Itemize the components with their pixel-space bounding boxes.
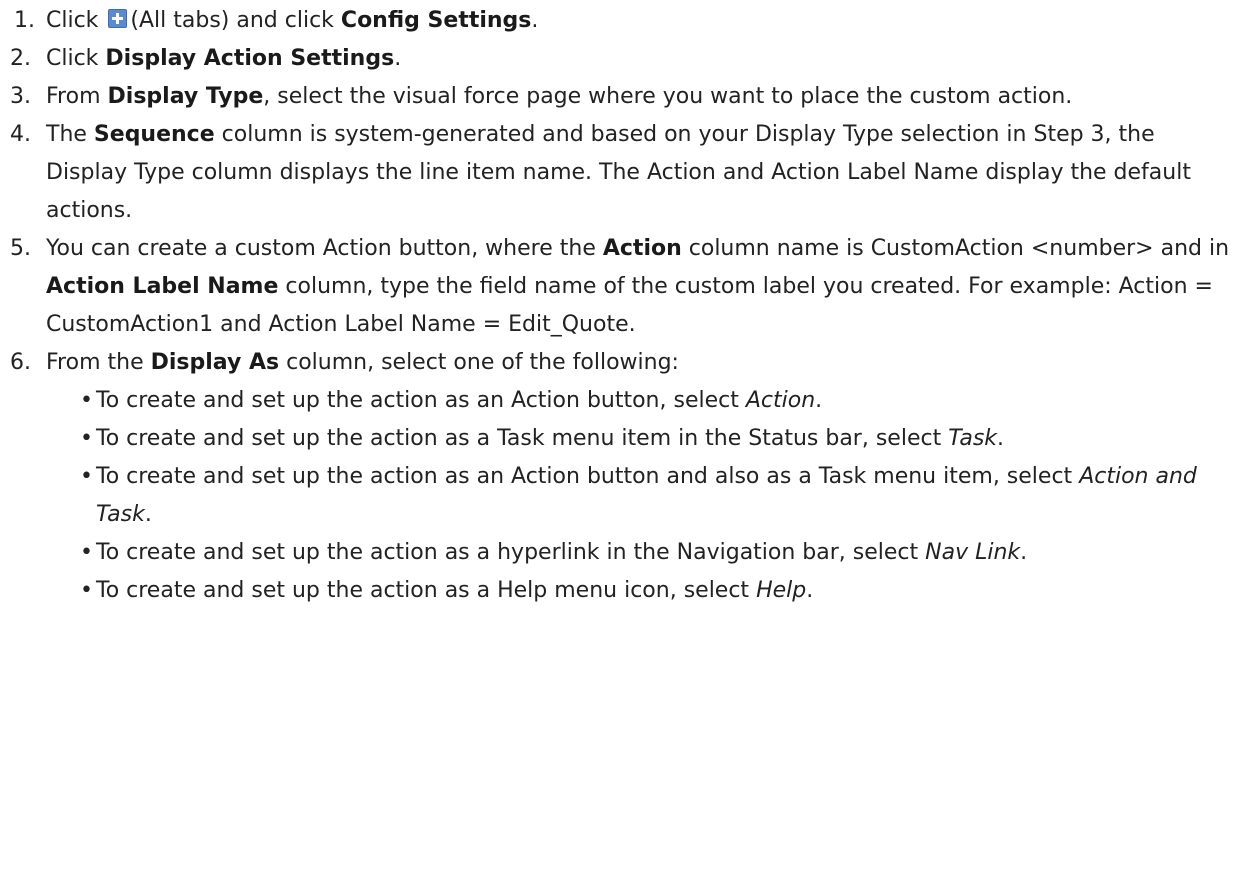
step-text: Click	[46, 8, 99, 33]
step-number: 6.	[10, 350, 31, 375]
option-action: • To create and set up the action as an …	[0, 382, 1258, 420]
step-text: From the	[46, 350, 144, 375]
ui-term: Action	[602, 236, 682, 261]
step-2: 2. Click Display Action Settings.	[0, 40, 1258, 78]
step-text: , select the visual force page where you…	[263, 84, 1073, 109]
option-text: To create and set up the action as a hyp…	[96, 540, 919, 565]
option-end: .	[144, 502, 152, 527]
step-number: 2.	[10, 46, 31, 71]
step-number: 4.	[10, 122, 31, 147]
ui-term: Display As	[150, 350, 280, 375]
step-text: You can create a custom Action button, w…	[46, 236, 596, 261]
option-end: .	[806, 578, 814, 603]
option-value: Action	[745, 388, 816, 413]
ui-term: Config Settings	[340, 8, 532, 33]
display-as-options: • To create and set up the action as an …	[0, 382, 1258, 610]
option-action-and-task: • To create and set up the action as an …	[0, 458, 1258, 534]
option-nav-link: • To create and set up the action as a h…	[0, 534, 1258, 572]
option-value: Help	[756, 578, 807, 603]
option-end: .	[997, 426, 1005, 451]
step-text: .	[531, 8, 539, 33]
step-number: 1.	[14, 8, 35, 33]
ui-term: Sequence	[93, 122, 215, 147]
step-number: 5.	[10, 236, 31, 261]
option-text: To create and set up the action as a Hel…	[96, 578, 750, 603]
step-5: 5. You can create a custom Action button…	[0, 230, 1258, 344]
option-value: Nav Link	[925, 540, 1021, 565]
step-number: 3.	[10, 84, 31, 109]
step-text: From	[46, 84, 101, 109]
option-end: .	[815, 388, 823, 413]
option-task: • To create and set up the action as a T…	[0, 420, 1258, 458]
all-tabs-plus-icon	[108, 9, 128, 28]
step-text: (All tabs) and click	[130, 8, 334, 33]
step-text: column is system-generated and based on …	[46, 122, 1191, 223]
ui-term: Display Type	[107, 84, 264, 109]
option-text: To create and set up the action as an Ac…	[96, 464, 1073, 489]
option-text: To create and set up the action as an Ac…	[96, 388, 739, 413]
step-text: column, select one of the following:	[286, 350, 679, 375]
step-6: 6. From the Display As column, select on…	[0, 344, 1258, 382]
option-text: To create and set up the action as a Tas…	[96, 426, 942, 451]
option-end: .	[1020, 540, 1028, 565]
bullet-dot: •	[80, 540, 93, 565]
option-help: • To create and set up the action as a H…	[0, 572, 1258, 610]
bullet-dot: •	[80, 464, 93, 489]
step-text: The	[46, 122, 87, 147]
ui-term: Action Label Name	[46, 274, 279, 299]
step-1: 1. Click (All tabs) and click Config Set…	[0, 2, 1258, 40]
ui-term: Display Action Settings	[105, 46, 395, 71]
option-value: Task	[948, 426, 998, 451]
bullet-dot: •	[80, 578, 93, 603]
step-text: .	[394, 46, 402, 71]
bullet-dot: •	[80, 426, 93, 451]
bullet-dot: •	[80, 388, 93, 413]
step-text: column name is CustomAction <number> and…	[688, 236, 1230, 261]
step-text: Click	[46, 46, 99, 71]
instructions-document: 1. Click (All tabs) and click Config Set…	[0, 0, 1258, 876]
step-4: 4. The Sequence column is system-generat…	[0, 116, 1258, 230]
step-3: 3. From Display Type, select the visual …	[0, 78, 1258, 116]
